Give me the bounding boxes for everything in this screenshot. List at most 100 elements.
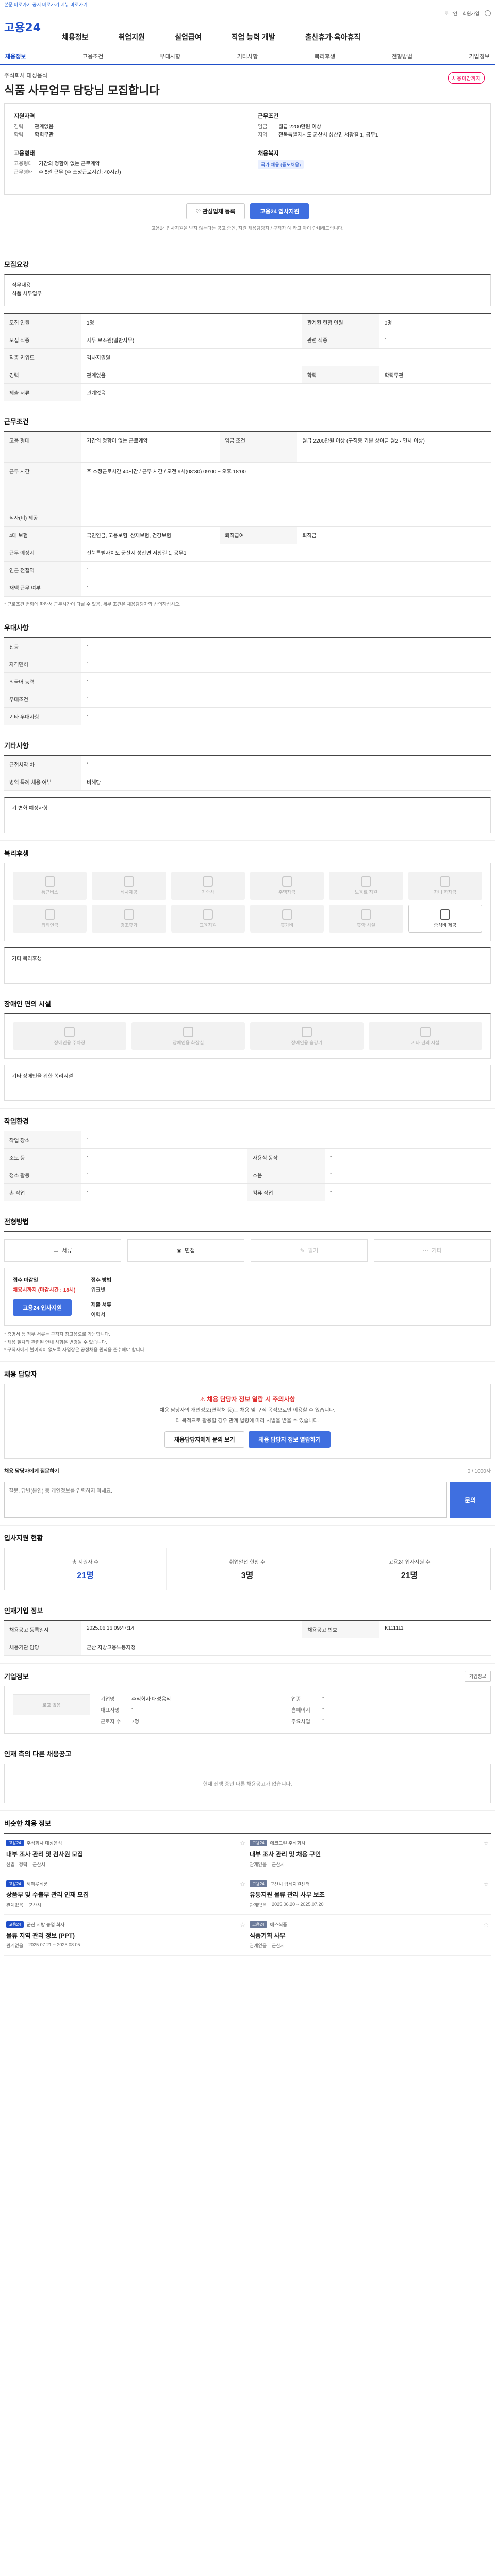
search-icon[interactable]	[485, 10, 491, 16]
rec-meta: 관계없음	[6, 1943, 24, 1948]
recommend-card[interactable]: ☆ 고용24 주식회사 대성음식 내부 조사 관리 및 검사원 모집 신입 · 경력 군산…	[4, 1834, 248, 1874]
welfare-item: 기숙사	[171, 872, 245, 900]
recommend-card[interactable]: ☆ 고용24 에스식품 식품기획 사무 관계없음 군산시	[248, 1915, 491, 1956]
job-desc-box: 직무내용 식품 사무업무	[4, 274, 491, 306]
gnb-item[interactable]: 취업지원	[119, 32, 145, 42]
recommend-card[interactable]: ☆ 고용24 군산시 급식지원센터 유통지원 물류 관리 사무 보조 관계없음 2025.…	[248, 1874, 491, 1915]
gnb-item[interactable]: 실업급여	[175, 32, 202, 42]
site-logo[interactable]: 고용24	[4, 19, 41, 35]
rec-org: 군산시 급식지원센터	[270, 1882, 310, 1887]
welfare-item: 자녀 학자금	[408, 872, 482, 900]
anchor-tab[interactable]: 채용정보	[5, 52, 26, 60]
table-key: 소음	[248, 1166, 325, 1184]
recommend-card[interactable]: ☆ 고용24 군산 지방 농업 회사 물류 지역 관리 정보 (PPT) 관계없음 202…	[4, 1915, 248, 1956]
elevator-icon	[302, 1026, 312, 1037]
table-value: 국민연금, 고용보험, 산재보험, 건강보험	[81, 526, 220, 544]
rec-title: 물류 지역 관리 정보 (PPT)	[6, 1932, 75, 1939]
apply-deadline: 채용시까지 (마감시간 : 18시)	[13, 1287, 76, 1293]
etc-section: 기타사항 근접시작 차- 병역 특례 채용 여부 비해당 기 변화 예정사항	[0, 733, 495, 841]
school-icon	[440, 876, 451, 887]
table-value: 관계없음	[81, 366, 302, 384]
stat-item: 총 지원자 수 21명	[5, 1548, 167, 1590]
source-badge: 고용24	[6, 1840, 24, 1846]
facility-item: 장애인용 화장실	[131, 1022, 245, 1050]
gnb-item[interactable]: 채용정보	[62, 32, 89, 42]
table-key: 학력	[302, 366, 380, 384]
utility-menu: 로그인 회원가입	[444, 10, 491, 17]
star-icon[interactable]: ☆	[240, 1921, 245, 1928]
star-icon[interactable]: ☆	[483, 1840, 489, 1847]
table-value: -	[81, 707, 491, 725]
section-title: 복리후생	[4, 850, 29, 857]
signup-link[interactable]: 회원가입	[463, 10, 480, 17]
welfare-item: 통근버스	[13, 872, 87, 900]
method-label: 면접	[185, 1248, 195, 1254]
qa-textarea[interactable]	[4, 1482, 447, 1518]
gnb-item[interactable]: 직업 능력 개발	[232, 32, 275, 42]
rec-meta: 관계없음	[250, 1943, 267, 1948]
accessibility-icon	[420, 1026, 431, 1037]
star-icon[interactable]: ☆	[240, 1880, 245, 1888]
consult-box: ⚠ 채용 담당자 정보 열람 시 주의사항 채용 담당자의 개인정보(연락처 등…	[4, 1384, 491, 1459]
anchor-tab[interactable]: 복리후생	[315, 52, 335, 60]
welfare-label: 주택자금	[278, 889, 296, 895]
interest-company-button[interactable]: ♡ 관심업체 등록	[186, 203, 245, 219]
job-header: 주식회사 대성음식 식품 사무업무 담당님 모집합니다 채용마감까지	[0, 65, 495, 103]
table-value: 군산 지방고용노동지청	[81, 1638, 491, 1656]
rec-meta: 2025.06.20 ~ 2025.07.20	[272, 1902, 324, 1907]
summary-group-title: 고용형태	[14, 150, 35, 157]
qa-form: 문의	[4, 1482, 491, 1518]
qa-send-button[interactable]: 문의	[450, 1482, 491, 1518]
anchor-tab[interactable]: 우대사항	[160, 52, 180, 60]
notice-item: * 증명서 등 첨부 서류는 구직자 참고용으로 가능합니다.	[4, 1332, 110, 1337]
table-value: -	[81, 1166, 248, 1184]
restroom-icon	[183, 1026, 193, 1037]
conditions-table: 고용 형태 기간의 정함이 없는 근로계약 임금 조건 월급 2200만원 이상 (구…	[4, 431, 491, 597]
star-icon[interactable]: ☆	[483, 1880, 489, 1888]
star-icon[interactable]: ☆	[483, 1921, 489, 1928]
pencil-icon: ✎	[300, 1247, 305, 1254]
anchor-nav: 채용정보 고용조건 우대사항 기타사항 복리후생 전형방법 기업정보	[0, 48, 495, 65]
rec-meta: 군산시	[32, 1862, 45, 1867]
consult-view-button[interactable]: 채용담당자에게 문의 보기	[164, 1431, 245, 1448]
stats-grid: 총 지원자 수 21명 취업알선 현황 수 3명 고용24 입사지원 수 21명	[4, 1548, 491, 1590]
welfare-label: 통근버스	[41, 889, 59, 895]
company-more-link[interactable]: 기업정보	[464, 1671, 491, 1682]
section-title: 우대사항	[4, 624, 29, 632]
gnb-item[interactable]: 출산휴가·육아휴직	[305, 32, 361, 42]
stat-label: 고용24 입사지원 수	[388, 1560, 431, 1565]
summary-group-title: 근무조건	[258, 113, 279, 120]
welfare-item: 식사제공	[92, 872, 166, 900]
login-link[interactable]: 로그인	[444, 10, 457, 17]
table-value: -	[81, 1131, 491, 1149]
worksite-section: 작업환경 작업 장소 - 조도 등 - 사용식 동작 - 청소 활동 - 소음 - 손 작업 -…	[0, 1109, 495, 1209]
apply-button-bottom[interactable]: 고용24 입사지원	[13, 1299, 72, 1316]
summary-box: 지원자격 경력 관계없음 학력 학력무관 고용형태 고용형태 기간의 정함이 없는 근…	[4, 103, 491, 195]
recommend-card[interactable]: ☆ 고용24 해마루식품 상품부 및 수출부 관리 인재 모집 관계없음 군산시	[4, 1874, 248, 1915]
anchor-tab[interactable]: 기타사항	[237, 52, 258, 60]
skip-link[interactable]: 본문 바로가기 공지 바로가기 메뉴 바로가기	[0, 0, 495, 7]
recommend-card[interactable]: ☆ 고용24 에코그린 주식회사 내부 조사 관리 및 채용 구인 관계없음 군산시	[248, 1834, 491, 1874]
consult-open-button[interactable]: 채용 담당자 정보 열람하기	[249, 1431, 331, 1448]
facility-label: 기타 편의 시설	[411, 1040, 440, 1045]
welfare-grid: 통근버스 식사제공 기숙사 주택자금 보육료 지원 자녀 학자금 퇴직연금 경조…	[4, 863, 491, 941]
anchor-tab[interactable]: 기업정보	[469, 52, 489, 60]
apply-note: 고용24 입사지원을 받지 않는다는 공고 중엔, 지원 채용담당자 / 구직자…	[151, 226, 344, 231]
table-value: K111111	[380, 1620, 491, 1638]
anchor-tab[interactable]: 고용조건	[82, 52, 103, 60]
others-empty: 현재 진행 중인 다른 채용공고가 없습니다.	[4, 1764, 491, 1803]
welfare-label: 휴가비	[280, 922, 294, 928]
company-box: 로고 없음 기업명 주식회사 대성음식 업종 - 대표자명 - 홈페이지 - 근로자 수…	[4, 1686, 491, 1734]
star-icon[interactable]: ☆	[240, 1840, 245, 1847]
apply-button[interactable]: 고용24 입사지원	[250, 203, 309, 219]
company-value: -	[322, 1706, 324, 1711]
warn-label: 채용 담당자 정보 열람 시 주의사항	[207, 1396, 295, 1403]
table-value: 1명	[81, 313, 302, 331]
rec-title: 상품부 및 수출부 관리 인재 모집	[6, 1891, 89, 1899]
house-icon	[282, 876, 292, 887]
table-key: 전공	[4, 637, 81, 655]
anchor-tab[interactable]: 전형방법	[392, 52, 412, 60]
table-value: 학력무관	[379, 366, 491, 384]
table-key: 관련 직종	[302, 331, 380, 349]
welfare-tag: 국가 채용 (중도채용)	[258, 160, 304, 169]
